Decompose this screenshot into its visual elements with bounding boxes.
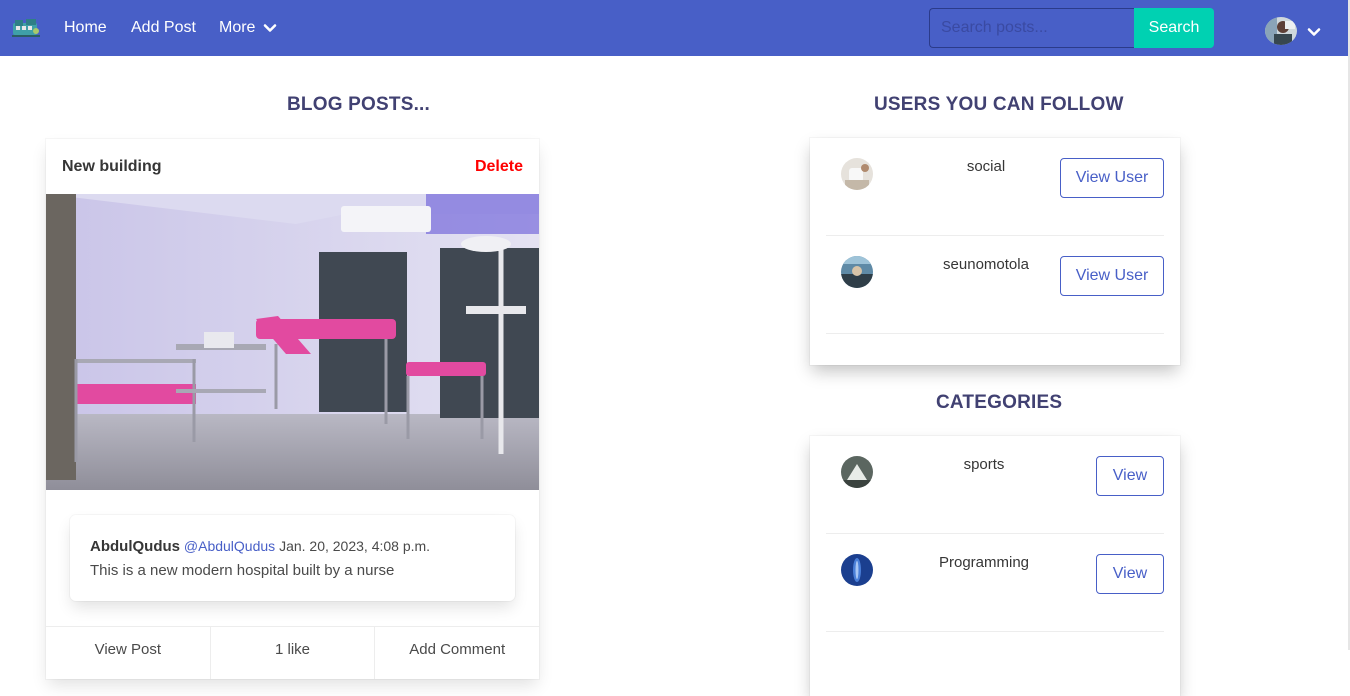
avatar [841, 256, 873, 288]
delete-post-button[interactable]: Delete [475, 158, 523, 176]
nav-add-post-link[interactable]: Add Post [131, 18, 196, 38]
view-user-button[interactable]: View User [1060, 158, 1164, 198]
post-author-handle[interactable]: @AbdulQudus [184, 538, 275, 554]
navbar: Home Add Post More Search [0, 0, 1350, 56]
logo-icon[interactable] [12, 17, 40, 39]
categories-heading: CATEGORIES [936, 392, 1063, 413]
add-comment-link[interactable]: Add Comment [375, 627, 539, 679]
search-button[interactable]: Search [1134, 8, 1214, 48]
post-meta: AbdulQudus @AbdulQudus Jan. 20, 2023, 4:… [90, 538, 430, 555]
post-date: Jan. 20, 2023, 4:08 p.m. [279, 538, 431, 554]
view-user-button[interactable]: View User [1060, 256, 1164, 296]
search-input[interactable] [929, 8, 1134, 48]
category-row: Programming View [826, 534, 1164, 632]
category-name: Programming [938, 554, 1030, 571]
user-name: seunomotola [943, 256, 1029, 273]
post-image [46, 194, 539, 490]
nav-more-dropdown[interactable]: More [219, 18, 277, 38]
user-name: social [966, 158, 1006, 175]
post-title: New building [62, 158, 162, 175]
blog-posts-heading: BLOG POSTS... [287, 94, 431, 115]
user-row: social View User [826, 138, 1164, 236]
nav-more-label: More [219, 19, 256, 36]
user-row: seunomotola View User [826, 236, 1164, 334]
avatar [841, 158, 873, 190]
category-name: sports [963, 456, 1005, 473]
post-card: New building Delete AbdulQudus @AbdulQud… [46, 139, 539, 679]
users-heading: USERS YOU CAN FOLLOW [874, 94, 1124, 115]
category-row: sports View [826, 436, 1164, 534]
view-category-button[interactable]: View [1096, 456, 1164, 496]
categories-panel: sports View Programming View [810, 436, 1180, 696]
like-count[interactable]: 1 like [211, 627, 376, 679]
category-image [841, 456, 873, 488]
users-panel: social View User seunomotola View User [810, 138, 1180, 365]
post-footer: View Post 1 like Add Comment [46, 626, 539, 679]
post-content-box: AbdulQudus @AbdulQudus Jan. 20, 2023, 4:… [70, 515, 515, 601]
view-category-button[interactable]: View [1096, 554, 1164, 594]
category-image [841, 554, 873, 586]
user-avatar[interactable] [1265, 17, 1297, 45]
chevron-down-icon [263, 21, 277, 35]
post-author[interactable]: AbdulQudus [90, 538, 180, 555]
view-post-link[interactable]: View Post [46, 627, 211, 679]
nav-home-link[interactable]: Home [64, 18, 107, 38]
user-menu-chevron-icon[interactable] [1307, 25, 1321, 44]
post-body: This is a new modern hospital built by a… [90, 562, 395, 579]
